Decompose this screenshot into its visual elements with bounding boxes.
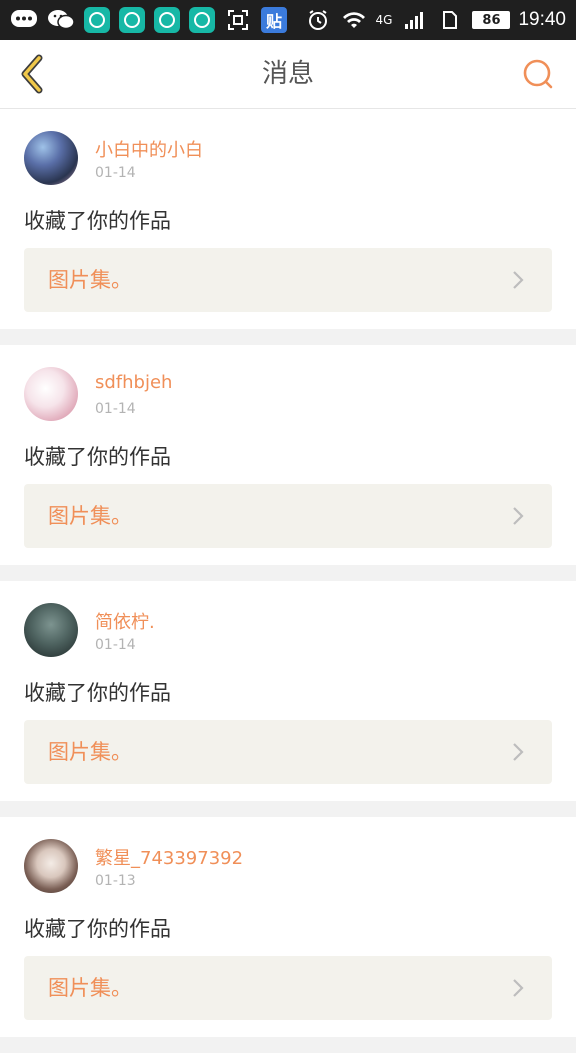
avatar[interactable] (24, 839, 78, 893)
wechat-icon (47, 6, 75, 34)
message-date: 01-14 (95, 165, 136, 181)
chevron-right-icon (508, 270, 528, 290)
username-link[interactable]: 简依柠. (95, 608, 155, 634)
sim-icon (436, 6, 464, 34)
search-button[interactable] (518, 54, 558, 94)
alarm-icon (304, 6, 332, 34)
chevron-right-icon (508, 978, 528, 998)
search-icon (523, 59, 553, 89)
work-link[interactable]: 图片集。 (24, 484, 552, 548)
work-title: 图片集。 (48, 268, 132, 292)
username-link[interactable]: 小白中的小白 (95, 136, 203, 162)
avatar[interactable] (24, 367, 78, 421)
username-link[interactable]: 繁星_743397392 (95, 844, 243, 870)
work-title: 图片集。 (48, 976, 132, 1000)
avatar[interactable] (24, 131, 78, 185)
work-link[interactable]: 图片集。 (24, 720, 552, 784)
username-link[interactable]: sdfhbjeh (95, 372, 172, 393)
page-title: 消息 (261, 59, 314, 89)
status-bar: 贴 4G 86 19:40 (0, 0, 576, 40)
action-text: 收藏了你的作品 (24, 917, 171, 941)
avatar[interactable] (24, 603, 78, 657)
network-type-label: 4G (375, 13, 393, 27)
upload-app-icon (119, 7, 145, 33)
chat-bubble-icon (10, 6, 38, 34)
message-list: 小白中的小白 01-14 收藏了你的作品 图片集。 sdfhbjeh 01-14… (0, 109, 576, 1053)
message-date: 01-13 (95, 873, 136, 889)
work-link[interactable]: 图片集。 (24, 956, 552, 1020)
clock: 19:40 (518, 9, 566, 30)
signal-icon (400, 6, 428, 34)
action-text: 收藏了你的作品 (24, 209, 171, 233)
tieba-app-icon: 贴 (261, 7, 287, 33)
upload-app-icon (189, 7, 215, 33)
work-link[interactable]: 图片集。 (24, 248, 552, 312)
chevron-right-icon (508, 506, 528, 526)
upload-app-icon (84, 7, 110, 33)
action-text: 收藏了你的作品 (24, 445, 171, 469)
message-date: 01-14 (95, 401, 136, 417)
message-card: 小白中的小白 01-14 收藏了你的作品 图片集。 (0, 109, 576, 329)
wifi-icon (340, 6, 368, 34)
message-card: 繁星_743397392 01-13 收藏了你的作品 图片集。 (0, 817, 576, 1037)
battery-level: 86 (472, 11, 511, 29)
upload-app-icon (154, 7, 180, 33)
work-title: 图片集。 (48, 504, 132, 528)
message-card: sdfhbjeh 01-14 收藏了你的作品 图片集。 (0, 345, 576, 565)
work-title: 图片集。 (48, 740, 132, 764)
action-text: 收藏了你的作品 (24, 681, 171, 705)
top-app-bar: 消息 (0, 40, 576, 109)
message-card: 简依柠. 01-14 收藏了你的作品 图片集。 (0, 581, 576, 801)
chevron-right-icon (508, 742, 528, 762)
message-date: 01-14 (95, 637, 136, 653)
screenshot-icon (224, 6, 252, 34)
